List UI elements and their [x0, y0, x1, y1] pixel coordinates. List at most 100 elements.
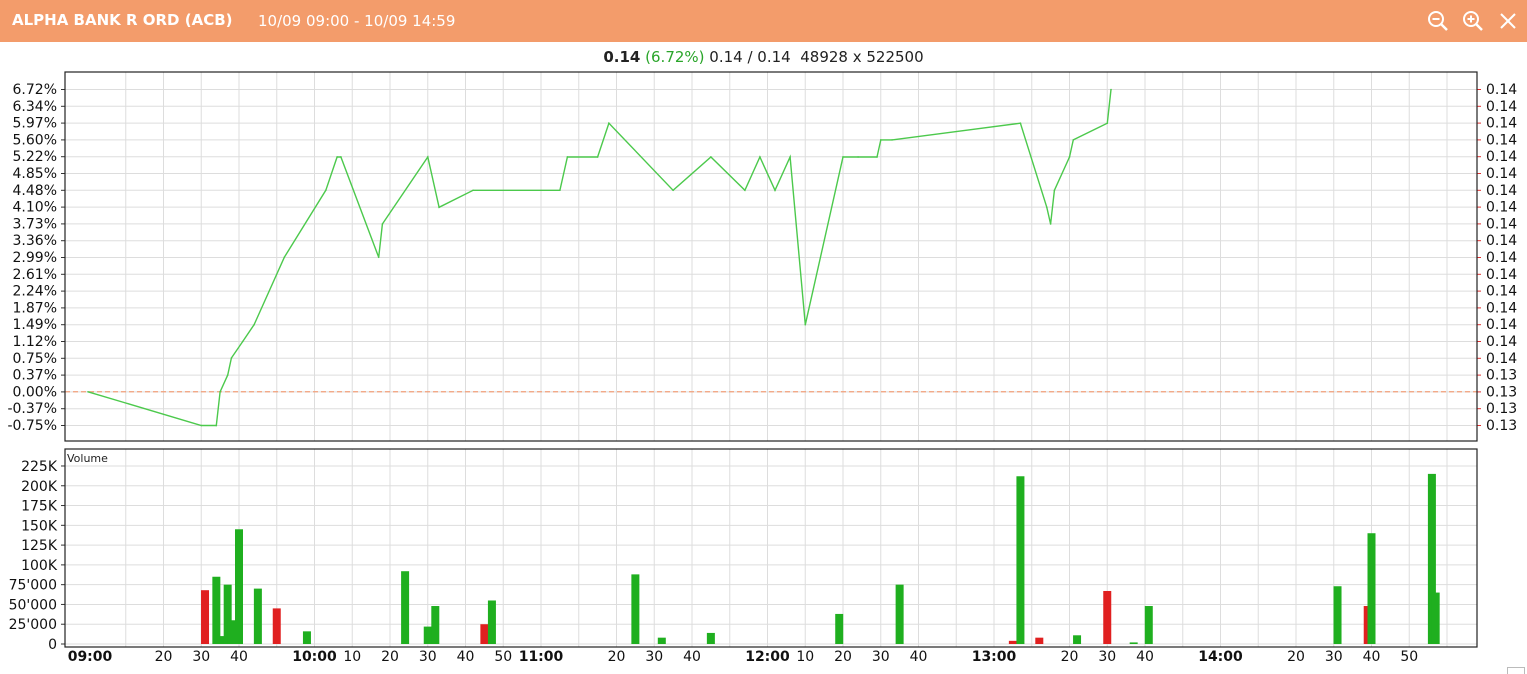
y-tick-label-right: 0.14 — [1486, 317, 1517, 333]
y-tick-label-left: 5.97% — [13, 116, 57, 132]
price-point — [226, 374, 229, 376]
y-tick-label-left: 2.99% — [13, 250, 57, 266]
price-point — [1053, 189, 1056, 192]
y-tick-label-volume: 125K — [21, 538, 58, 554]
x-tick-label: 40 — [230, 649, 248, 665]
price-point — [336, 156, 338, 158]
price-point — [759, 156, 761, 158]
volume-bar — [1073, 635, 1082, 644]
y-tick-label-volume: 75'000 — [9, 578, 57, 594]
price-point — [1046, 206, 1048, 209]
volume-bar — [227, 620, 236, 644]
x-tick-label: 20 — [1061, 649, 1079, 665]
y-tick-label-right: 0.13 — [1486, 384, 1517, 400]
x-tick-label: 11:00 — [519, 649, 564, 665]
volume-bar — [657, 637, 666, 644]
y-tick-label-right: 0.14 — [1486, 132, 1517, 148]
x-tick-label: 50 — [494, 649, 512, 665]
y-tick-label-right: 0.14 — [1486, 267, 1517, 283]
price-point — [789, 156, 791, 158]
y-tick-label-right: 0.14 — [1486, 82, 1517, 98]
price-point — [1110, 88, 1112, 91]
x-tick-label: 20 — [381, 649, 399, 665]
y-tick-label-right: 0.14 — [1486, 351, 1517, 367]
x-tick-label: 30 — [645, 649, 663, 665]
price-point — [891, 139, 893, 141]
y-tick-label-right: 0.14 — [1486, 166, 1517, 182]
volume-bar — [1035, 637, 1044, 644]
y-tick-label-left: 4.85% — [13, 166, 57, 182]
y-tick-label-right: 0.14 — [1486, 216, 1517, 232]
y-tick-label-right: 0.14 — [1486, 233, 1517, 249]
price-point — [804, 323, 807, 326]
x-tick-label: 20 — [155, 649, 173, 665]
price-point — [876, 156, 878, 158]
volume-bar — [423, 626, 432, 644]
resize-handle[interactable] — [1507, 667, 1525, 674]
y-tick-label-left: 3.73% — [13, 216, 57, 232]
price-point — [87, 390, 89, 393]
price-point — [744, 189, 746, 192]
volume-label: Volume — [67, 452, 108, 465]
x-tick-label: 10 — [796, 649, 814, 665]
x-tick-label: 30 — [1098, 649, 1116, 665]
price-point — [710, 156, 712, 158]
volume-bar — [401, 571, 410, 644]
volume-bar — [1103, 590, 1112, 644]
volume-bar — [302, 631, 311, 644]
y-tick-label-left: 5.60% — [13, 132, 57, 148]
y-tick-label-volume: 150K — [21, 518, 58, 534]
price-point — [842, 156, 844, 158]
y-tick-label-volume: 0 — [48, 637, 57, 653]
y-tick-label-left: -0.75% — [7, 418, 57, 434]
y-tick-label-right: 0.14 — [1486, 116, 1517, 132]
volume-bar — [272, 608, 281, 644]
y-tick-label-right: 0.14 — [1486, 334, 1517, 350]
y-tick-label-left: 0.75% — [13, 351, 57, 367]
x-tick-label: 30 — [872, 649, 890, 665]
price-point — [1019, 122, 1022, 125]
x-tick-label: 40 — [457, 649, 475, 665]
price-point — [283, 256, 286, 259]
price-point — [472, 189, 474, 192]
volume-bar — [1144, 606, 1153, 644]
price-point — [215, 424, 218, 427]
y-tick-label-right: 0.14 — [1486, 183, 1517, 199]
y-tick-label-right: 0.14 — [1486, 300, 1517, 316]
price-point — [1068, 156, 1071, 158]
y-tick-label-volume: 25'000 — [9, 617, 57, 633]
volume-bar — [1367, 533, 1376, 644]
x-tick-label: 40 — [683, 649, 701, 665]
price-point — [596, 156, 599, 158]
y-tick-label-volume: 175K — [21, 499, 58, 515]
x-tick-label: 20 — [1287, 649, 1305, 665]
x-tick-label: 12:00 — [745, 649, 790, 665]
price-point — [672, 189, 674, 192]
x-tick-label: 20 — [834, 649, 852, 665]
volume-bar — [706, 632, 715, 644]
y-tick-label-left: 5.22% — [13, 149, 57, 165]
y-tick-label-left: 1.12% — [13, 334, 57, 350]
price-point — [340, 156, 342, 158]
volume-bar — [487, 600, 496, 644]
volume-bar — [201, 590, 210, 644]
volume-bar — [1333, 586, 1342, 644]
price-point — [566, 156, 569, 158]
y-tick-label-left: 3.36% — [13, 233, 57, 249]
y-tick-label-left: 6.72% — [13, 82, 57, 98]
price-point — [857, 156, 859, 158]
y-tick-label-right: 0.14 — [1486, 250, 1517, 266]
y-tick-label-volume: 50'000 — [9, 597, 57, 613]
y-tick-label-right: 0.14 — [1486, 200, 1517, 216]
price-point — [1106, 122, 1109, 125]
price-point — [241, 340, 244, 343]
volume-bar — [235, 529, 243, 644]
y-tick-label-right: 0.13 — [1486, 418, 1517, 434]
price-point — [200, 424, 203, 427]
y-tick-label-left: 2.61% — [13, 267, 57, 283]
volume-bar — [1008, 640, 1017, 644]
chart-area: 6.72% 0.14 6.34% 0.14 5.97% 0.14 5.60% 0.14 5.22… — [7, 71, 1517, 665]
x-tick-label: 40 — [910, 649, 928, 665]
y-tick-label-volume: 200K — [21, 479, 58, 495]
y-tick-label-left: -0.37% — [7, 401, 57, 417]
